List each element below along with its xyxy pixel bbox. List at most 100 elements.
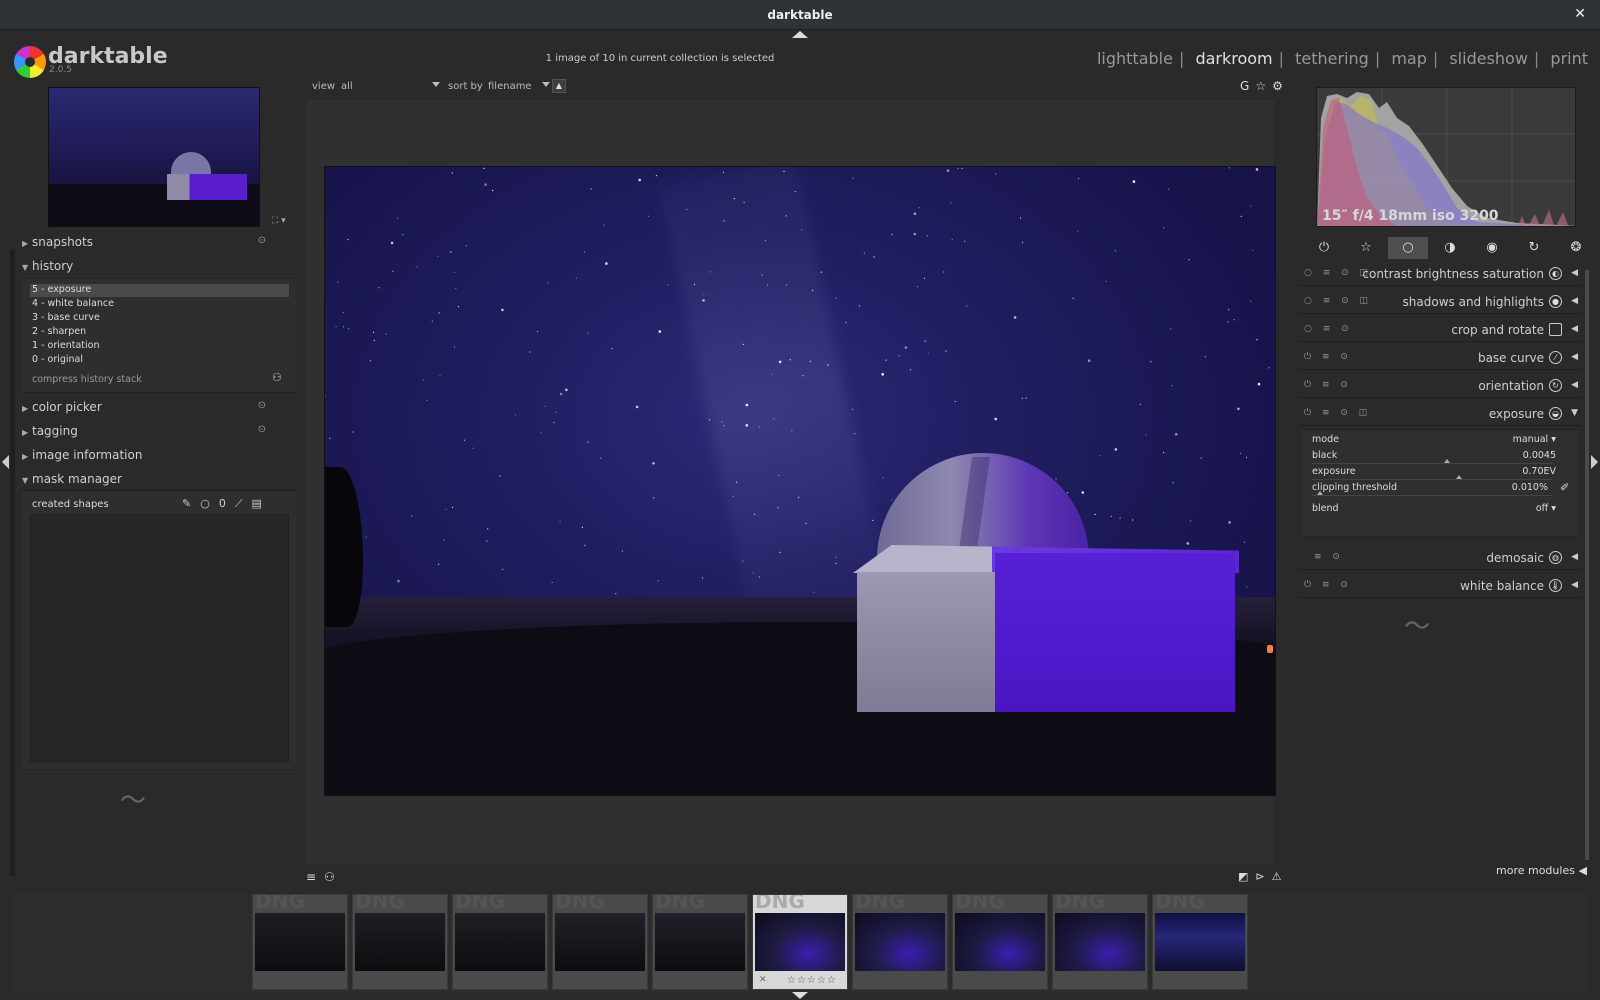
module-controls[interactable]: ⏻ ≡ ⊙ <box>1304 380 1352 390</box>
blend-select[interactable]: blend off ▾ <box>1312 503 1560 518</box>
module-exposure[interactable]: ⏻ ≡ ⊙ ◫ exposure ◒ ▼ <box>1300 404 1582 426</box>
overexposed-toggle-icon[interactable]: ◩ <box>1238 870 1255 883</box>
create-style-icon[interactable]: ⚇ <box>272 371 282 384</box>
star-icon[interactable]: ☆ <box>1255 79 1272 93</box>
module-demosaic[interactable]: ≡ ⊙ demosaic ◍ ◀ <box>1300 548 1582 570</box>
module-white-balance[interactable]: ⏻ ≡ ⊙ white balance 🌡 ◀ <box>1300 576 1582 598</box>
tone-group-icon[interactable]: ◑ <box>1430 237 1470 259</box>
effect-group-icon[interactable]: ❂ <box>1556 237 1596 259</box>
collapse-icon[interactable]: ▼ <box>1571 408 1578 418</box>
grouping-button[interactable]: G <box>1240 79 1255 93</box>
view-slideshow[interactable]: slideshow <box>1449 49 1528 68</box>
exposure-slider[interactable]: exposure 0.70EV <box>1312 466 1560 481</box>
view-map[interactable]: map <box>1391 49 1427 68</box>
sort-by-select[interactable]: filename <box>488 81 532 92</box>
basic-group-circle-icon[interactable]: ○ <box>1388 237 1428 259</box>
zoom-fit-icon[interactable]: ⛶ ▾ <box>272 216 286 226</box>
filmstrip-thumbnail[interactable]: DNG <box>1152 894 1248 990</box>
reset-icon[interactable]: ⊙ <box>258 235 266 246</box>
expand-icon[interactable]: ◀ <box>1571 324 1578 334</box>
snapshots-module-header[interactable]: ▶ snapshots ⊙ <box>22 235 298 253</box>
view-lighttable[interactable]: lighttable <box>1097 49 1173 68</box>
reset-icon[interactable]: ⊙ <box>258 400 266 411</box>
more-modules-button[interactable]: more modules ◀ <box>1496 864 1587 877</box>
reset-icon[interactable]: ⊙ <box>258 424 266 435</box>
sort-direction-button[interactable]: ▲ <box>552 79 566 93</box>
module-crop-and-rotate[interactable]: ○ ≡ ⊙ crop and rotate ◀ <box>1300 320 1582 342</box>
history-module-header[interactable]: ▼ history <box>22 259 298 277</box>
filmstrip-thumbnail[interactable]: DNG ✕ ☆☆☆☆☆ <box>752 894 848 990</box>
view-print[interactable]: print <box>1550 49 1588 68</box>
expand-icon[interactable]: ◀ <box>1571 296 1578 306</box>
mask-list[interactable] <box>30 514 289 762</box>
filmstrip-thumbnail[interactable]: DNG <box>352 894 448 990</box>
clipping-threshold-slider[interactable]: clipping threshold 0.010% <box>1312 482 1560 497</box>
filmstrip-thumbnail[interactable]: DNG <box>252 894 348 990</box>
filmstrip-thumbnail[interactable]: DNG <box>852 894 948 990</box>
circle-icon[interactable]: ○ <box>200 497 219 510</box>
color-picker-module-header[interactable]: ▶ color picker ⊙ <box>22 400 298 418</box>
history-item[interactable]: 1 - orientation <box>30 340 289 353</box>
presets-menu-icon[interactable]: ≡ <box>306 870 324 884</box>
black-slider[interactable]: black 0.0045 <box>1312 450 1560 465</box>
module-base-curve[interactable]: ⏻ ≡ ⊙ base curve ⁄ ◀ <box>1300 348 1582 370</box>
module-controls[interactable]: ○ ≡ ⊙ ◫ <box>1304 296 1372 306</box>
gear-icon[interactable]: ⚙ <box>1272 79 1289 93</box>
right-panel-scrollbar[interactable] <box>1585 270 1589 860</box>
collapse-right-panel-icon[interactable] <box>1591 455 1598 469</box>
color-group-icon[interactable]: ◉ <box>1472 237 1512 259</box>
histogram[interactable] <box>1316 87 1576 227</box>
slider-marker[interactable] <box>1456 475 1462 479</box>
filmstrip-thumbnail[interactable]: DNG <box>952 894 1048 990</box>
history-item[interactable]: 0 - original <box>30 354 289 367</box>
module-controls[interactable]: ⏻ ≡ ⊙ <box>1304 352 1352 362</box>
compress-history-button[interactable]: compress history stack <box>32 374 142 385</box>
expand-icon[interactable]: ◀ <box>1571 352 1578 362</box>
chevron-down-icon[interactable] <box>432 82 440 87</box>
history-item[interactable]: 5 - exposure <box>30 284 289 297</box>
view-tethering[interactable]: tethering <box>1295 49 1369 68</box>
filmstrip-thumbnail[interactable]: DNG <box>552 894 648 990</box>
path-icon[interactable]: ⟋ <box>235 497 252 510</box>
slider-marker[interactable] <box>1317 491 1323 495</box>
close-icon[interactable]: ✕ <box>1574 6 1586 22</box>
correct-group-icon[interactable]: ↻ <box>1514 237 1554 259</box>
favorites-star-icon[interactable]: ☆ <box>1346 237 1386 259</box>
collapse-bottom-panel-icon[interactable] <box>792 992 808 999</box>
ellipse-icon[interactable]: 0 <box>219 497 235 510</box>
rating-stars[interactable]: ☆☆☆☆☆ <box>787 975 837 986</box>
reject-icon[interactable]: ✕ <box>759 975 767 985</box>
module-controls[interactable]: ⏻ ≡ ⊙ ◫ <box>1304 408 1371 418</box>
color-picker-icon[interactable]: ✐ <box>1560 481 1569 494</box>
brush-icon[interactable]: ✎ <box>182 497 200 510</box>
history-item[interactable]: 2 - sharpen <box>30 326 289 339</box>
main-image[interactable] <box>324 166 1276 796</box>
collapse-top-panel-icon[interactable] <box>792 31 808 38</box>
styles-icon[interactable]: ⚇ <box>324 870 343 884</box>
history-item[interactable]: 4 - white balance <box>30 298 289 311</box>
module-controls[interactable]: ○ ≡ ⊙ <box>1304 324 1353 334</box>
softproof-toggle-icon[interactable]: ⊳ <box>1255 870 1271 883</box>
slider-marker[interactable] <box>1444 459 1450 463</box>
gamut-check-icon[interactable]: ⚠ <box>1272 870 1289 883</box>
gradient-icon[interactable]: ▤ <box>252 497 271 510</box>
image-information-module-header[interactable]: ▶ image information <box>22 448 298 466</box>
module-controls[interactable]: ⏻ ≡ ⊙ <box>1304 580 1352 590</box>
expand-icon[interactable]: ◀ <box>1571 552 1578 562</box>
expand-icon[interactable]: ◀ <box>1571 380 1578 390</box>
expand-icon[interactable]: ◀ <box>1571 580 1578 590</box>
module-shadows-and-highlights[interactable]: ○ ≡ ⊙ ◫ shadows and highlights ● ◀ <box>1300 292 1582 314</box>
module-contrast-brightness-saturation[interactable]: ○ ≡ ⊙ ◫ contrast brightness saturation ◐… <box>1300 264 1582 286</box>
mask-manager-module-header[interactable]: ▼ mask manager <box>22 472 298 490</box>
chevron-down-icon[interactable] <box>542 82 550 87</box>
view-darkroom[interactable]: darkroom <box>1195 49 1272 68</box>
tagging-module-header[interactable]: ▶ tagging ⊙ <box>22 424 298 442</box>
filmstrip-thumbnail[interactable]: DNG <box>652 894 748 990</box>
expand-icon[interactable]: ◀ <box>1571 268 1578 278</box>
active-modules-power-icon[interactable]: ⏻ <box>1304 237 1344 259</box>
filmstrip-thumbnail[interactable]: DNG <box>452 894 548 990</box>
view-filter-select[interactable]: all <box>341 81 353 92</box>
filmstrip-thumbnail[interactable]: DNG <box>1052 894 1148 990</box>
module-controls[interactable]: ≡ ⊙ <box>1314 552 1344 562</box>
module-orientation[interactable]: ⏻ ≡ ⊙ orientation ↻ ◀ <box>1300 376 1582 398</box>
